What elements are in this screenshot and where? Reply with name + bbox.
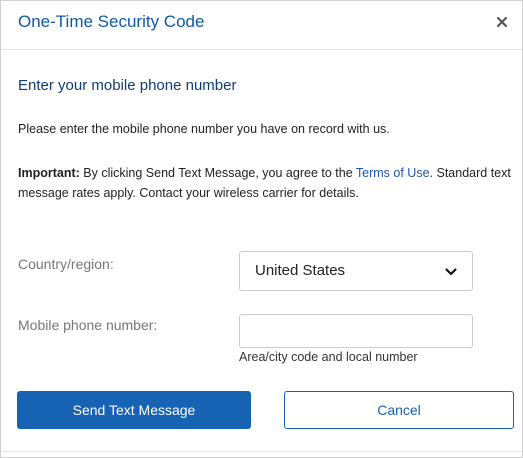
mobile-phone-label: Mobile phone number: [18,317,158,333]
mobile-phone-input[interactable] [239,314,473,348]
country-region-value: United States [255,262,346,279]
section-heading: Enter your mobile phone number [18,77,237,94]
intro-text: Please enter the mobile phone number you… [18,122,390,136]
notice-text-before-link: By clicking Send Text Message, you agree… [79,166,356,180]
footer-divider [1,451,522,452]
security-code-dialog: One-Time Security Code Enter your mobile… [0,0,523,458]
chevron-down-icon [444,265,458,279]
country-region-label: Country/region: [18,256,114,272]
phone-hint: Area/city code and local number [239,350,418,364]
important-label: Important: [18,166,80,180]
important-notice: Important: By clicking Send Text Message… [18,163,514,203]
cancel-button[interactable]: Cancel [284,391,514,429]
send-text-message-button[interactable]: Send Text Message [17,391,251,429]
terms-of-use-link[interactable]: Terms of Use [356,166,430,180]
country-region-select[interactable]: United States [239,251,473,291]
close-icon[interactable] [493,13,511,31]
dialog-header: One-Time Security Code [1,1,522,50]
dialog-title: One-Time Security Code [18,12,205,31]
